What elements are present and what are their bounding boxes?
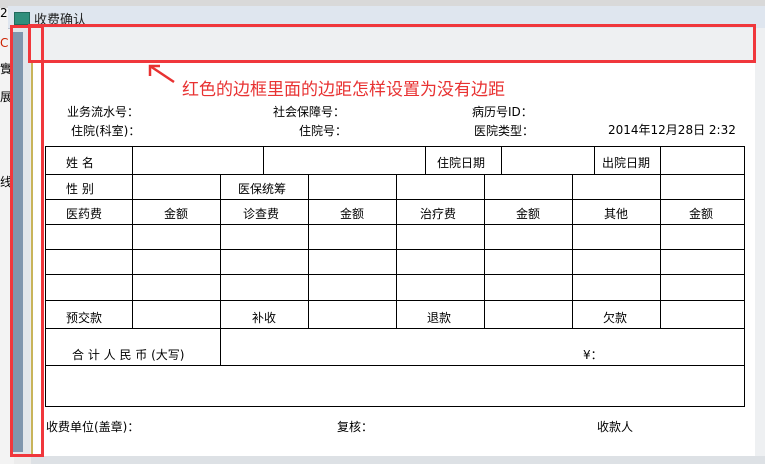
exam-fee-label: 诊查费 bbox=[243, 207, 280, 221]
annotation-box-left bbox=[10, 25, 44, 457]
background-text: C bbox=[0, 36, 9, 50]
refund-label: 退款 bbox=[427, 311, 452, 325]
treatment-fee-label: 治疗费 bbox=[420, 207, 457, 221]
serial-number-label: 业务流水号： bbox=[67, 105, 140, 119]
medicine-fee-label: 医药费 bbox=[66, 207, 103, 221]
inpatient-number-label: 住院号： bbox=[299, 124, 348, 138]
total-rmb-label: 合 计 人 民 币 (大写) bbox=[72, 348, 185, 362]
amount-label: 金额 bbox=[516, 207, 541, 221]
yuan-sign: ¥： bbox=[583, 348, 603, 362]
supplement-label: 补收 bbox=[252, 311, 277, 325]
name-label: 姓 名 bbox=[66, 156, 94, 170]
discharge-date-label: 出院日期 bbox=[602, 156, 651, 170]
amount-label: 金额 bbox=[340, 207, 365, 221]
report-page bbox=[31, 60, 755, 456]
background-text: 2 bbox=[0, 6, 8, 20]
amount-label: 金额 bbox=[689, 207, 714, 221]
gender-label: 性 别 bbox=[66, 182, 94, 196]
hospital-type-label: 医院类型： bbox=[474, 124, 535, 138]
prepay-label: 预交款 bbox=[66, 311, 103, 325]
review-label: 复核： bbox=[337, 420, 374, 434]
insurance-label: 医保统筹 bbox=[238, 182, 287, 196]
horizontal-scrollbar[interactable] bbox=[31, 456, 765, 464]
annotation-text: 红色的边框里面的边距怎样设置为没有边距 bbox=[182, 80, 505, 100]
medical-record-label: 病历号ID： bbox=[472, 105, 533, 119]
annotation-arrow-icon bbox=[148, 64, 175, 84]
print-date: 2014年12月28日 2:32 bbox=[608, 123, 736, 137]
annotation-box-top bbox=[28, 24, 756, 63]
billing-unit-label: 收费单位(盖章)： bbox=[46, 420, 140, 434]
department-label: 住院(科室)： bbox=[71, 124, 141, 138]
owed-label: 欠款 bbox=[603, 311, 628, 325]
cashier-label: 收款人 bbox=[597, 420, 634, 434]
amount-label: 金额 bbox=[164, 207, 189, 221]
other-fee-label: 其他 bbox=[604, 207, 629, 221]
social-security-label: 社会保障号： bbox=[273, 105, 346, 119]
admit-date-label: 住院日期 bbox=[437, 156, 486, 170]
